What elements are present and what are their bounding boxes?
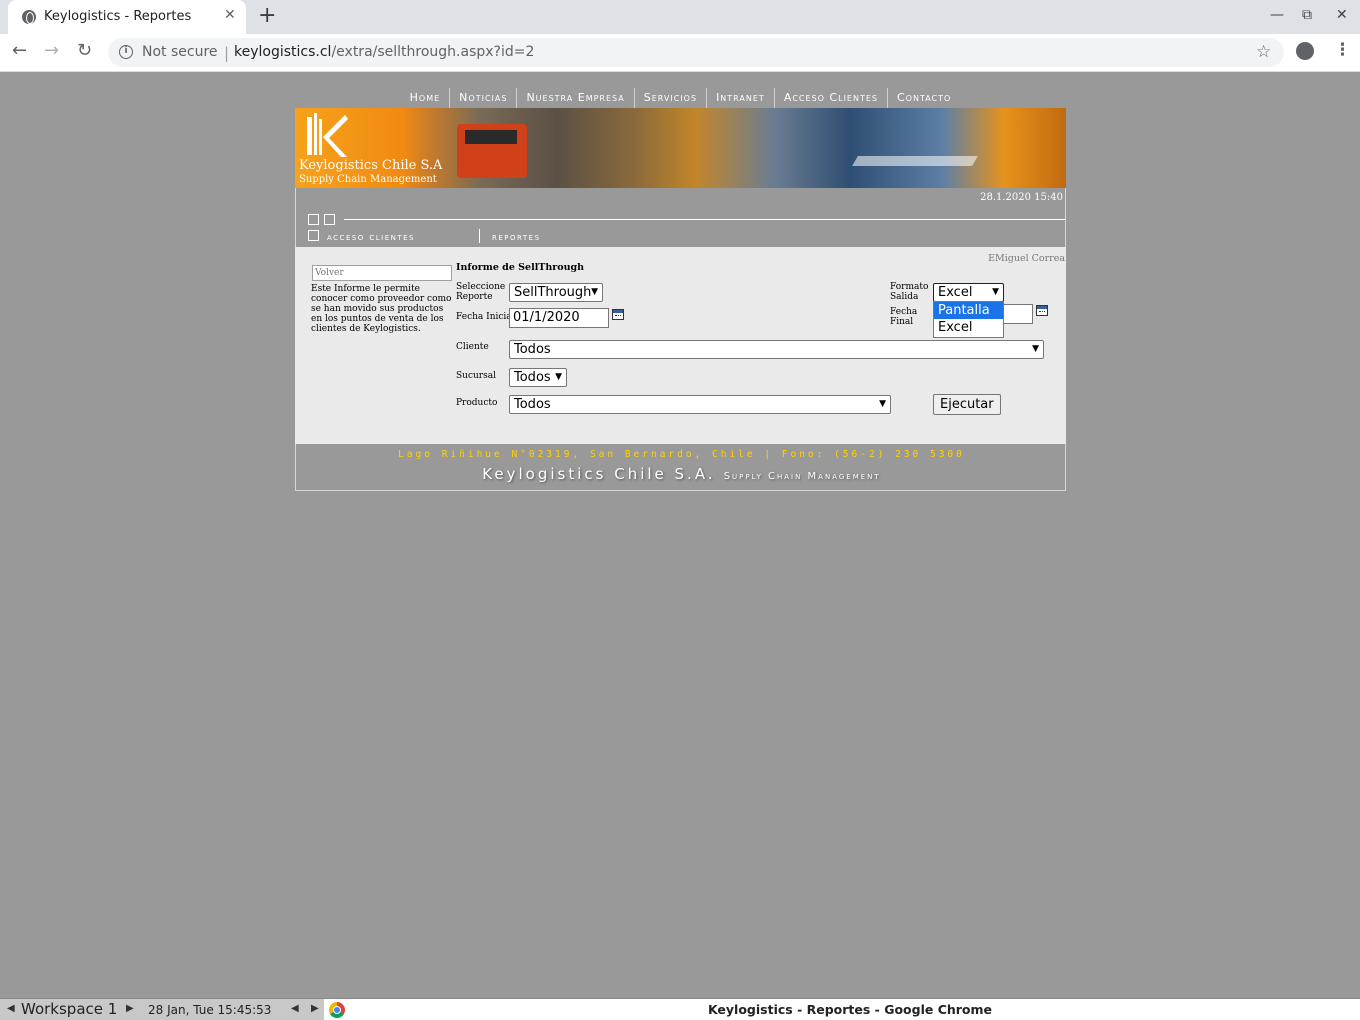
fecha-inicial-input[interactable]: 01/1/2020 — [509, 308, 609, 328]
fecha-final-input[interactable] — [1003, 304, 1033, 324]
header-banner: Keylogistics Chile S.A Supply Chain Mana… — [295, 108, 1066, 188]
banner-tagline: Supply Chain Management — [299, 174, 437, 185]
user-name: EMiguel Correa — [988, 253, 1065, 264]
formato-option-pantalla[interactable]: Pantalla — [934, 302, 1003, 319]
reload-icon[interactable]: ↻ — [77, 40, 92, 61]
close-tab-icon[interactable]: ✕ — [224, 7, 236, 23]
decor-square — [308, 230, 319, 241]
taskbar-workspace-panel: ◀ Workspace 1 ▶ 28 Jan, Tue 15:45:53 ◀ ▶ — [0, 999, 324, 1020]
form-title: Informe de SellThrough — [456, 262, 585, 273]
back-icon[interactable]: ← — [12, 40, 27, 61]
report-description: Este Informe le permite conocer como pro… — [311, 284, 452, 334]
breadcrumb-separator — [479, 229, 480, 243]
sucursal-label: Sucursal — [456, 371, 496, 381]
footer-address: Lago Riñihue N°02319, San Bernardo, Chil… — [398, 449, 965, 460]
browser-tabstrip: Keylogistics - Reportes ✕ + — ⧉ ✕ — [0, 0, 1360, 34]
nav-intranet[interactable]: Intranet — [707, 88, 775, 108]
chevron-down-icon: ▼ — [555, 372, 562, 382]
formato-option-excel[interactable]: Excel — [934, 319, 1003, 336]
volver-input[interactable] — [312, 265, 452, 281]
fecha-final-label: Fecha Final — [890, 307, 918, 327]
minimize-icon[interactable]: — — [1270, 7, 1284, 23]
url-host: keylogistics.cl — [234, 44, 332, 60]
producto-select[interactable]: Todos ▼ — [509, 395, 891, 414]
browser-toolbar: ← → ↻ i Not secure | keylogistics.cl/ext… — [0, 34, 1360, 72]
chevron-down-icon: ▼ — [992, 287, 999, 297]
reporte-value: SellThrough — [514, 285, 592, 300]
truck-window — [465, 130, 517, 144]
browser-tab[interactable]: Keylogistics - Reportes ✕ — [8, 0, 246, 34]
os-taskbar: ◀ Workspace 1 ▶ 28 Jan, Tue 15:45:53 ◀ ▶… — [0, 998, 1360, 1020]
nav-nuestra-empresa[interactable]: Nuestra Empresa — [517, 88, 635, 108]
sucursal-select[interactable]: Todos ▼ — [509, 368, 567, 387]
cliente-select[interactable]: Todos ▼ — [509, 340, 1044, 359]
nav-servicios[interactable]: Servicios — [635, 88, 708, 108]
producto-label: Producto — [456, 398, 498, 408]
report-form: EMiguel Correa Este Informe le permite c… — [295, 247, 1066, 444]
header-divider — [344, 219, 1066, 220]
keylogistics-logo-icon — [307, 113, 348, 157]
prev-workspace-icon[interactable]: ◀ — [7, 1003, 15, 1014]
site-container: Home Noticias Nuestra Empresa Servicios … — [295, 88, 1066, 491]
banner-company-name: Keylogistics Chile S.A — [299, 158, 443, 173]
more-menu-icon[interactable]: ⋮ — [1334, 40, 1351, 60]
formato-select[interactable]: Excel ▼ — [933, 283, 1004, 302]
footer-company: Keylogistics Chile S.A. — [482, 465, 716, 483]
footer-tagline: Supply Chain Management — [723, 471, 881, 482]
cliente-label: Cliente — [456, 342, 489, 352]
info-icon[interactable]: i — [119, 45, 133, 59]
current-datetime: 28.1.2020 15:40 — [980, 192, 1063, 203]
nav-contacto[interactable]: Contacto — [888, 88, 960, 108]
forward-icon[interactable]: → — [44, 40, 59, 61]
calendar-icon[interactable] — [1036, 305, 1048, 316]
taskbar-window-title[interactable]: Keylogistics - Reportes - Google Chrome — [340, 1002, 1360, 1017]
section-header: 28.1.2020 15:40 acceso clientes reportes — [295, 188, 1066, 247]
reporte-select[interactable]: SellThrough ▼ — [509, 283, 603, 302]
new-tab-icon[interactable]: + — [258, 3, 276, 28]
prev-window-icon[interactable]: ◀ — [291, 1003, 299, 1014]
tab-title: Keylogistics - Reportes — [44, 9, 192, 24]
chevron-down-icon: ▼ — [1032, 344, 1039, 354]
producto-value: Todos — [514, 397, 551, 412]
nav-acceso-clientes[interactable]: Acceso Clientes — [775, 88, 888, 108]
restore-icon[interactable]: ⧉ — [1302, 7, 1312, 23]
workspace-label[interactable]: Workspace 1 — [21, 1000, 117, 1018]
road-light — [852, 156, 978, 166]
seleccione-label: Seleccione Reporte — [456, 282, 506, 302]
chevron-down-icon: ▼ — [591, 287, 598, 297]
address-bar[interactable]: i Not secure | keylogistics.cl/extra/sel… — [108, 38, 1284, 67]
sucursal-value: Todos — [514, 370, 551, 385]
url-text[interactable]: keylogistics.cl/extra/sellthrough.aspx?i… — [234, 44, 534, 60]
fecha-inicial-label: Fecha Inicial — [456, 312, 515, 322]
nav-noticias[interactable]: Noticias — [450, 88, 518, 108]
cliente-value: Todos — [514, 342, 551, 357]
nav-home[interactable]: Home — [401, 88, 451, 108]
url-separator: | — [224, 44, 230, 62]
breadcrumb-reportes[interactable]: reportes — [492, 232, 541, 243]
url-path: /extra/sellthrough.aspx?id=2 — [331, 44, 535, 60]
bookmark-star-icon[interactable]: ☆ — [1256, 42, 1271, 62]
taskbar-clock: 28 Jan, Tue 15:45:53 — [148, 1003, 272, 1017]
account-icon[interactable] — [1296, 42, 1314, 60]
close-window-icon[interactable]: ✕ — [1336, 7, 1348, 23]
ejecutar-button[interactable]: Ejecutar — [933, 394, 1001, 415]
decor-square — [324, 214, 335, 225]
calendar-icon[interactable] — [612, 309, 624, 320]
globe-icon — [22, 10, 36, 24]
formato-label: Formato Salida — [890, 282, 929, 302]
next-window-icon[interactable]: ▶ — [311, 1003, 319, 1014]
next-workspace-icon[interactable]: ▶ — [126, 1003, 134, 1014]
top-navigation: Home Noticias Nuestra Empresa Servicios … — [295, 88, 1066, 108]
formato-value: Excel — [938, 285, 973, 300]
formato-dropdown-list: Pantalla Excel — [933, 301, 1004, 338]
chevron-down-icon: ▼ — [879, 399, 886, 409]
site-footer: Lago Riñihue N°02319, San Bernardo, Chil… — [295, 444, 1066, 491]
not-secure-label: Not secure — [142, 44, 218, 60]
decor-square — [308, 214, 319, 225]
breadcrumb-acceso-clientes[interactable]: acceso clientes — [327, 232, 415, 243]
footer-brand: Keylogistics Chile S.A. Supply Chain Man… — [296, 464, 1067, 483]
